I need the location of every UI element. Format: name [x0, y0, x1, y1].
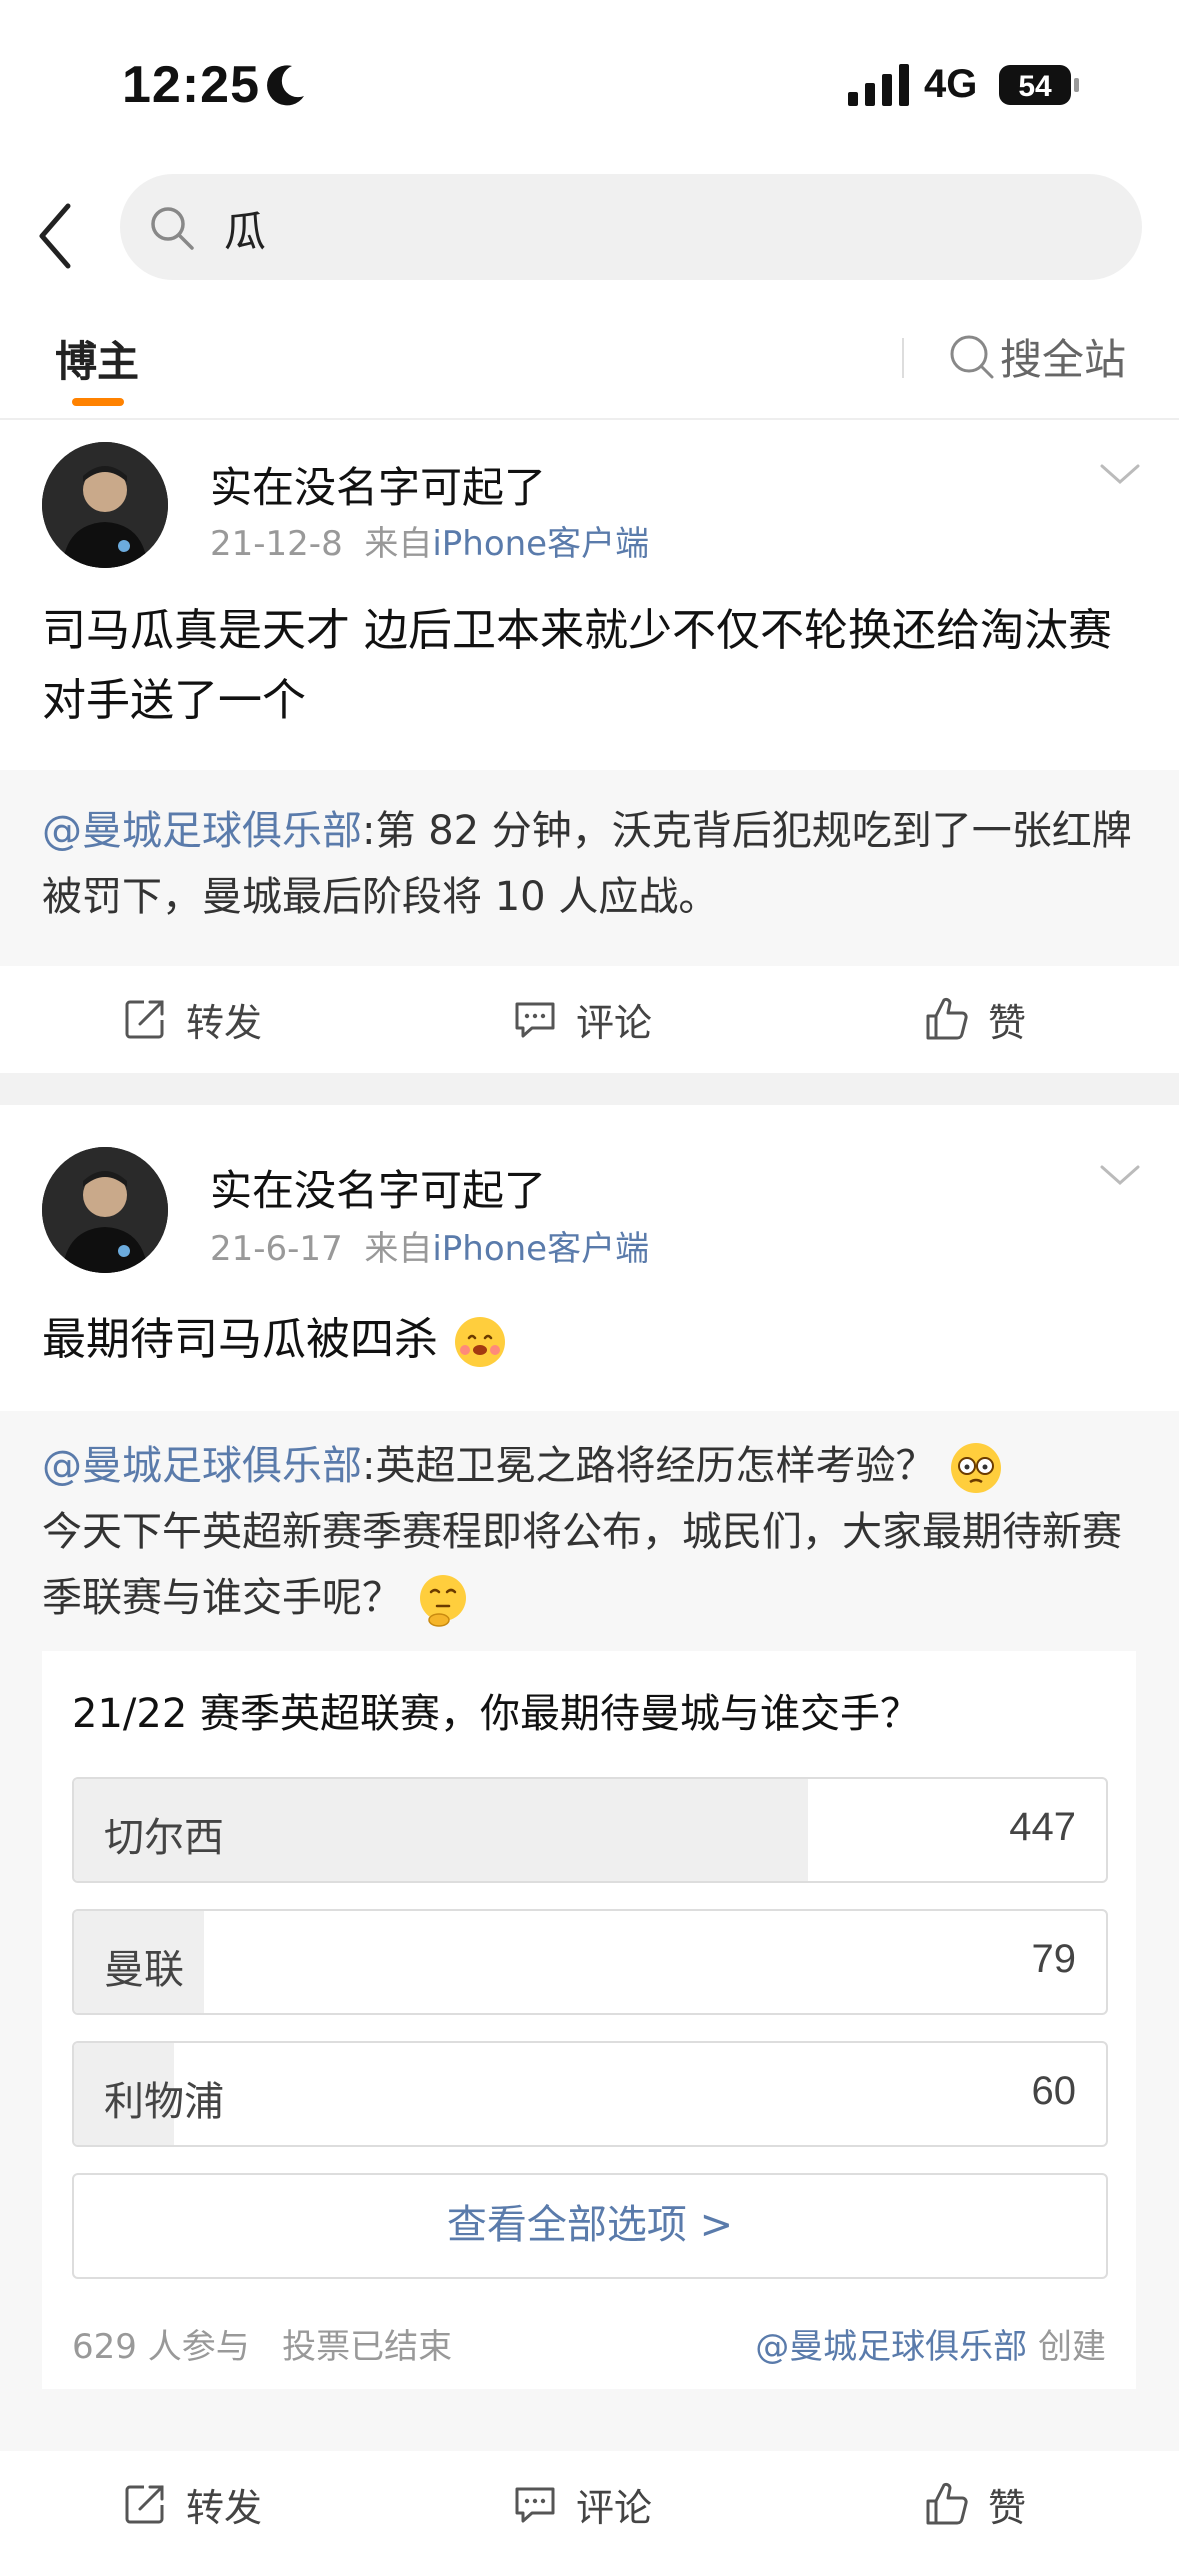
comment-button[interactable]: 评论: [512, 2451, 652, 2556]
chevron-down-icon[interactable]: [1098, 460, 1142, 490]
search-all-label: 搜全站: [1000, 334, 1127, 384]
view-all-options-button[interactable]: 查看全部选项 >: [72, 2173, 1108, 2279]
like-button[interactable]: 赞: [924, 2451, 1026, 2556]
author-name[interactable]: 实在没名字可起了: [210, 454, 546, 515]
post-source[interactable]: iPhone客户端: [432, 524, 649, 564]
poll-option-count: 447: [1009, 1805, 1076, 1849]
like-icon: [926, 2482, 968, 2525]
poll-title: 21/22 赛季英超联赛，你最期待曼城与谁交手？: [72, 1691, 920, 1737]
shy-smile-emoji-icon: [455, 1317, 505, 1367]
post-date: 21-6-17: [210, 1229, 343, 1269]
comment-icon: [515, 1002, 555, 1038]
repost-block[interactable]: @曼城足球俱乐部:英超卫冕之路将经历怎样考验？ 今天下午英超新赛季赛程即将公布，…: [0, 1411, 1179, 2451]
comment-button[interactable]: 评论: [512, 966, 652, 1072]
post-content: 司马瓜真是天才 边后卫本来就少不仅不轮换还给淘汰赛对手送了一个: [42, 605, 1112, 726]
poll-created-label: 创建: [1038, 2327, 1106, 2367]
poll-creator-link[interactable]: @曼城足球俱乐部: [755, 2327, 1027, 2367]
forward-label: 转发: [186, 1000, 263, 1045]
signal-icon: [848, 64, 909, 106]
tab-active-indicator: [72, 398, 124, 406]
status-bar: 12:25 4G 54: [0, 0, 1179, 170]
search-all-button[interactable]: 搜全站: [948, 326, 1126, 386]
post-card[interactable]: 实在没名字可起了 21-12-8 来自iPhone客户端 司马瓜真是天才 边后卫…: [0, 420, 1179, 1073]
poll-card: 21/22 赛季英超联赛，你最期待曼城与谁交手？ 切尔西 447 曼联 79 利…: [42, 1651, 1136, 2389]
poll-participants: 629 人参与: [72, 2327, 250, 2367]
poll-option-label: 曼联: [104, 1947, 184, 1993]
author-name[interactable]: 实在没名字可起了: [210, 1157, 546, 1218]
battery-icon: 54: [999, 65, 1079, 105]
post-content-text: 最期待司马瓜被四杀: [42, 1314, 438, 1365]
post-content: 最期待司马瓜被四杀: [42, 1305, 1142, 1375]
poll-option[interactable]: 曼联 79: [72, 1909, 1108, 2015]
battery-level: 54: [1018, 70, 1052, 103]
post-card[interactable]: 实在没名字可起了 21-6-17 来自iPhone客户端 最期待司马瓜被四杀 @…: [0, 1105, 1179, 2556]
poll-option-label: 利物浦: [104, 2079, 224, 2125]
moon-icon: [267, 65, 304, 106]
like-label: 赞: [988, 1000, 1027, 1045]
avatar-image: [42, 1147, 168, 1273]
post-meta: 21-12-8 来自iPhone客户端: [210, 516, 649, 565]
source-prefix: 来自: [364, 1229, 433, 1269]
network-type: 4G: [924, 62, 978, 106]
post-date: 21-12-8: [210, 524, 343, 564]
like-label: 赞: [988, 2485, 1027, 2530]
like-button[interactable]: 赞: [924, 966, 1026, 1072]
like-icon: [926, 997, 968, 1040]
comment-label: 评论: [576, 1000, 653, 1045]
repost-text: @曼城足球俱乐部:第 82 分钟，沃克背后犯规吃到了一张红牌被罚下，曼城最后阶段…: [42, 798, 1142, 930]
forward-label: 转发: [186, 2485, 263, 2530]
search-header: 瓜 博主 搜全站: [0, 170, 1179, 420]
repost-mention[interactable]: @曼城足球俱乐部: [42, 808, 362, 854]
forward-button[interactable]: 转发: [122, 966, 262, 1072]
action-bar: 转发 评论 赞: [0, 2451, 1179, 2556]
search-icon: [151, 207, 194, 250]
thinking-glasses-emoji-icon: [951, 1443, 1002, 1493]
action-bar: 转发 评论 赞: [0, 966, 1179, 1072]
poll-option-count: 79: [1031, 1937, 1077, 1981]
repost-mention[interactable]: @曼城足球俱乐部: [42, 1443, 362, 1489]
repost-body-2: 今天下午英超新赛季赛程即将公布，城民们，大家最期待新赛季联赛与谁交手呢？: [42, 1509, 1122, 1621]
repost-text: @曼城足球俱乐部:英超卫冕之路将经历怎样考验？ 今天下午英超新赛季赛程即将公布，…: [42, 1433, 1142, 1631]
forward-icon: [125, 2485, 164, 2524]
avatar-image: [42, 442, 168, 568]
poll-option-label: 切尔西: [104, 1815, 224, 1861]
poll-option-count: 60: [1031, 2069, 1077, 2113]
chevron-down-icon[interactable]: [1098, 1161, 1142, 1191]
search-icon: [950, 335, 994, 379]
avatar[interactable]: [42, 1147, 168, 1273]
tab-divider: [902, 338, 904, 378]
search-query[interactable]: 瓜: [224, 198, 266, 259]
post-meta: 21-6-17 来自iPhone客户端: [210, 1221, 649, 1270]
poll-status: 投票已结束: [282, 2327, 453, 2367]
status-time: 12:25: [122, 56, 260, 114]
thinking-emoji-icon: [419, 1575, 466, 1627]
comment-icon: [515, 2487, 555, 2523]
post-source[interactable]: iPhone客户端: [432, 1229, 649, 1269]
search-input[interactable]: 瓜: [120, 174, 1142, 280]
poll-option[interactable]: 利物浦 60: [72, 2041, 1108, 2147]
poll-creator: @曼城足球俱乐部 创建: [755, 2319, 1106, 2368]
comment-label: 评论: [576, 2485, 653, 2530]
repost-block[interactable]: @曼城足球俱乐部:第 82 分钟，沃克背后犯规吃到了一张红牌被罚下，曼城最后阶段…: [0, 770, 1179, 966]
repost-body-1: :英超卫冕之路将经历怎样考验？: [362, 1443, 936, 1489]
poll-option[interactable]: 切尔西 447: [72, 1777, 1108, 1883]
avatar[interactable]: [42, 442, 168, 568]
poll-footer-stats: 629 人参与 投票已结束: [72, 2319, 452, 2368]
tab-bloggers[interactable]: 博主: [55, 328, 139, 389]
back-chevron-icon[interactable]: [30, 196, 78, 276]
forward-icon: [125, 1000, 164, 1039]
forward-button[interactable]: 转发: [122, 2451, 262, 2556]
source-prefix: 来自: [364, 524, 433, 564]
